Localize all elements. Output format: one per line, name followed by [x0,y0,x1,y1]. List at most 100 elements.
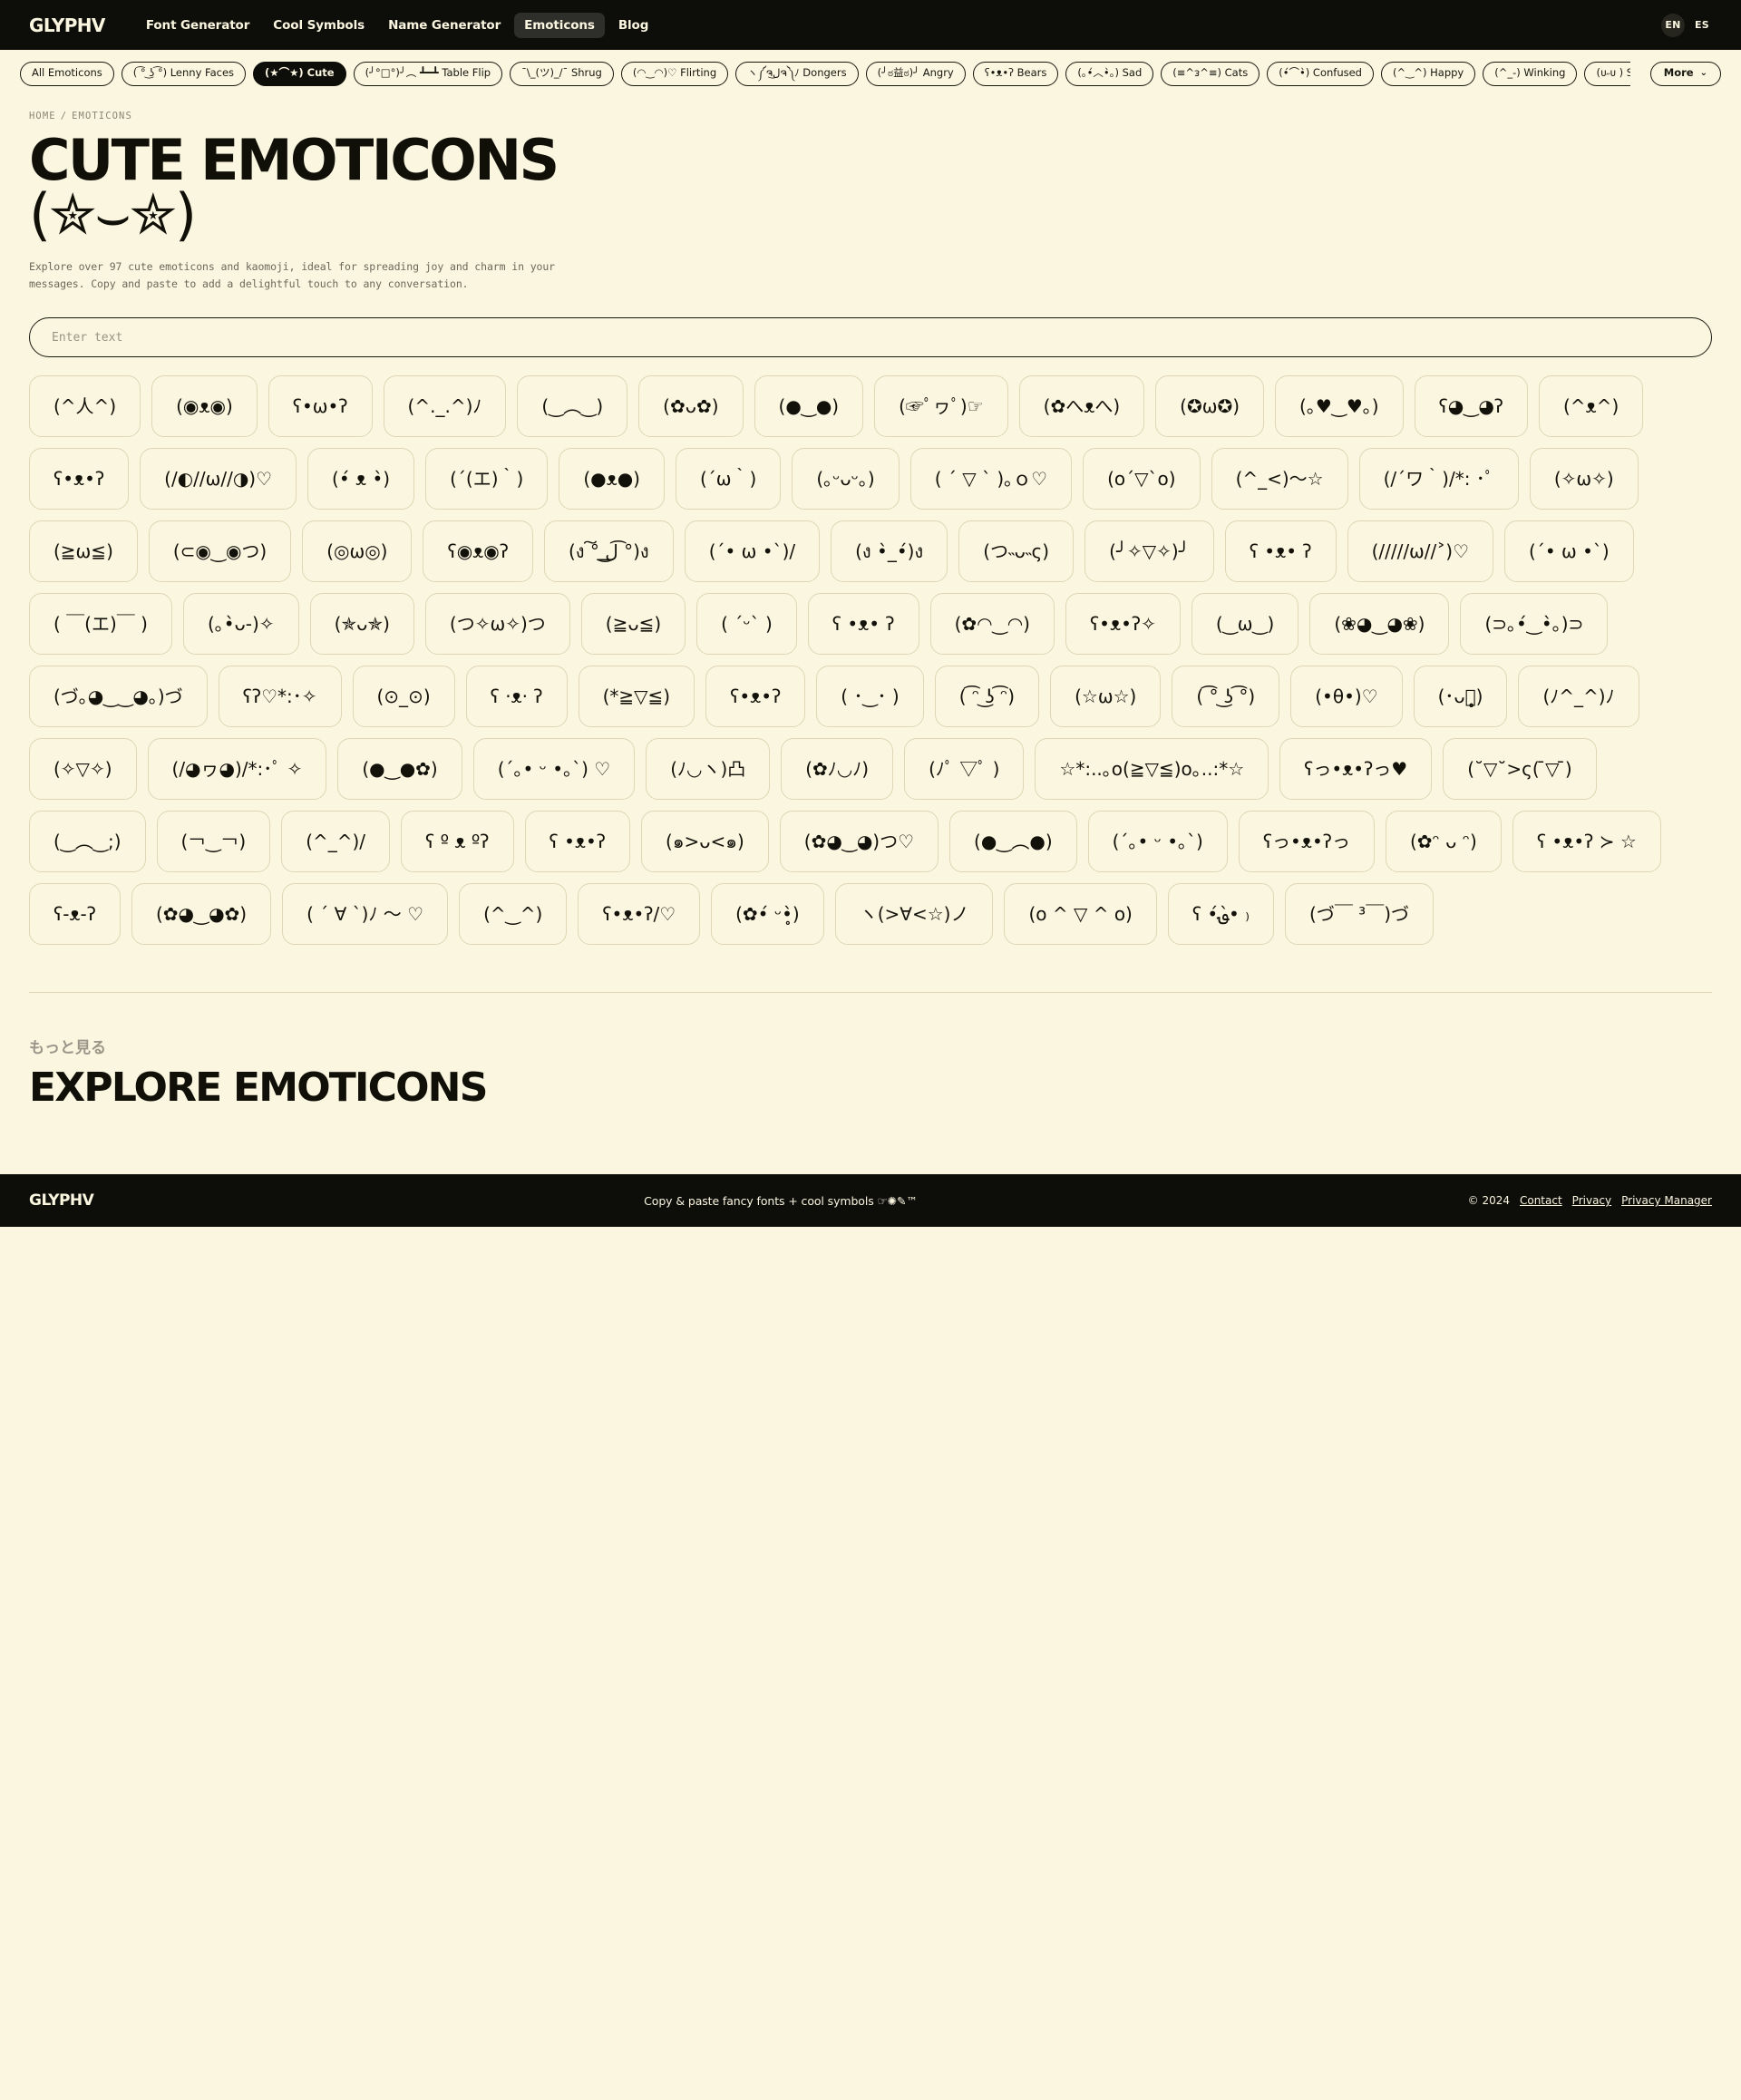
emoticon-card[interactable]: (✪ω✪) [1155,375,1265,438]
emoticon-card[interactable]: ʕʔ♡*:･✧ [218,666,342,728]
emoticon-card[interactable]: (ง ͠° ͟ل͜ ͡°)ง [543,520,674,583]
language-button-es[interactable]: ES [1690,14,1714,37]
emoticon-card[interactable]: (✯ᴗ✯) [309,593,414,656]
emoticon-card[interactable]: ʕ-ᴥ-ʔ [29,883,121,946]
emoticon-card[interactable]: (⊙_⊙) [352,666,455,728]
emoticon-card[interactable]: (◎ω◎) [302,520,413,583]
emoticon-card[interactable]: (´(エ)｀) [425,448,549,510]
emoticon-card[interactable]: (╯✧▽✧)╯ [1084,520,1214,583]
emoticon-card[interactable]: (✿•́ ᵕ•̥̀) [711,883,824,946]
emoticon-card[interactable]: ☆*:..｡o(≧▽≦)o｡..:*☆ [1035,738,1269,801]
category-chip[interactable]: (｡•́︿•̀｡) Sad [1065,62,1154,86]
emoticon-card[interactable]: (●ᴥ●) [559,448,665,510]
nav-link-font-generator[interactable]: Font Generator [136,13,259,38]
emoticon-card[interactable]: (☞ﾟヮﾟ)☞ [874,375,1008,438]
emoticon-card[interactable]: (/////ω//˃)♡ [1347,520,1494,583]
emoticon-card[interactable]: ʕ •ᴥ•ʔ [524,811,631,873]
emoticon-card[interactable]: (つ˵ᴗ˵ς) [958,520,1075,583]
emoticon-card[interactable]: (•́ ᴥ •̀) [307,448,415,510]
emoticon-card[interactable]: ( ͡ᵔ ͜ʖ ͡ᵔ) [934,666,1040,728]
category-chip[interactable]: ヽ༼ຈل͜ຈ༽ﾉ Dongers [735,62,859,86]
emoticon-card[interactable]: (✿へᴥへ) [1018,375,1145,438]
emoticon-card[interactable]: (^_^)/ [281,811,391,873]
search-input[interactable] [29,317,1712,358]
emoticon-card[interactable]: ʕ •ᴥ• ʔ [807,593,919,656]
emoticon-card[interactable]: (^人^) [29,375,141,438]
emoticon-card[interactable]: ʕ•ᴥ•ʔ/♡ [578,883,701,946]
footer-link-contact[interactable]: Contact [1520,1194,1562,1207]
emoticon-card[interactable]: (/◕ヮ◕)/*:･ﾟ ✧ [147,738,327,801]
nav-link-blog[interactable]: Blog [608,13,658,38]
emoticon-card[interactable]: ʕ •ᴥ• ʔ [1224,520,1337,583]
emoticon-card[interactable]: ʕ ·ᴥ· ʔ [465,666,568,728]
category-chip[interactable]: (•́⌒•̀) Confused [1267,62,1374,86]
emoticon-card[interactable]: (☆ω☆) [1050,666,1162,728]
breadcrumb-home[interactable]: HOME [29,111,56,122]
emoticon-card[interactable]: (๑>ᴗ<๑) [641,811,769,873]
emoticon-card[interactable]: (*≧▽≦) [578,666,695,728]
emoticon-card[interactable]: (ﾉ^_^)ﾉ [1518,666,1639,728]
category-chip[interactable]: (^_-) Winking [1483,62,1578,86]
emoticon-card[interactable]: ʕ •ᴥ•ʔ ≻ ☆ [1512,811,1661,873]
emoticon-card[interactable]: (/´ワ｀)/*: ･ﾟ [1358,448,1519,510]
emoticon-card[interactable]: ( ´ᵕ` ) [696,593,797,656]
emoticon-card[interactable]: (‿ω‿) [1191,593,1299,656]
emoticon-card[interactable]: ʕ•ω•ʔ [267,375,373,438]
more-categories-button[interactable]: More ⌄ [1649,62,1721,86]
category-chip[interactable]: ( ͡° ͜ʖ ͡°) Lenny Faces [121,62,247,86]
emoticon-card[interactable]: ( ´ ▽ ` )｡ｏ♡ [909,448,1073,510]
emoticon-card[interactable]: ʕ•ᴥ•ʔ [29,448,130,510]
emoticon-card[interactable]: (´｡• ᵕ •｡`) [1087,811,1228,873]
emoticon-card[interactable]: (⊃｡•́‿•̀｡)⊃ [1460,593,1609,656]
emoticon-card[interactable]: ʕ •́؈•̀ ₎ [1167,883,1275,946]
language-button-en[interactable]: EN [1661,13,1685,37]
emoticon-card[interactable]: ʕ º ᴥ ºʔ [401,811,514,873]
emoticon-card[interactable]: (✿◕‿◕✿) [131,883,272,946]
emoticon-card[interactable]: (^._.^)ﾉ [383,375,507,438]
emoticon-card[interactable]: ( ´ ∀ `)ﾉ 〜 ♡ [282,883,449,946]
category-chip[interactable]: (★⌒★) Cute [253,62,346,86]
emoticon-card[interactable]: (｡♥‿♥｡) [1275,375,1404,438]
nav-link-emoticons[interactable]: Emoticons [514,12,605,38]
emoticon-card[interactable]: (‿︵‿;) [29,811,146,873]
emoticon-card[interactable]: (✧▽✧) [29,738,137,801]
emoticon-card[interactable]: (｡ᵕᴗᵕ｡) [792,448,900,510]
emoticon-card[interactable]: (✧ω✧) [1529,448,1639,510]
nav-link-name-generator[interactable]: Name Generator [378,13,511,38]
emoticon-card[interactable]: (^‿^) [459,883,568,946]
emoticon-card[interactable]: (‿︵‿) [517,375,628,438]
footer-link-privacy[interactable]: Privacy [1572,1194,1611,1207]
emoticon-card[interactable]: ヽ(>∀<☆)ノ [834,883,994,946]
emoticon-card[interactable]: (ﾉ◡ヽ)凸 [646,738,771,801]
category-chip[interactable]: (╯ಠ益ಠ)╯ Angry [865,62,966,86]
emoticon-card[interactable]: ʕっ•ᴥ•ʔっ [1238,811,1375,873]
emoticon-card[interactable]: ( ￣(エ)￣ ) [29,593,172,656]
emoticon-card[interactable]: ʕ◉ᴥ◉ʔ [423,520,533,583]
emoticon-card[interactable]: ( ͡° ͜ʖ ͡°) [1172,666,1280,728]
emoticon-card[interactable]: (⊂◉‿◉つ) [148,520,292,583]
emoticon-card[interactable]: (￢‿￢) [156,811,271,873]
emoticon-card[interactable]: (つ✧ω✧)つ [424,593,570,656]
emoticon-card[interactable]: (づ｡◕‿‿◕｡)づ [29,666,208,728]
emoticon-card[interactable]: (o ^ ▽ ^ o) [1004,883,1157,946]
emoticon-card[interactable]: (✿ᵔ ᴗ ᵔ) [1385,811,1502,873]
emoticon-card[interactable]: (づ￣ ³￣)づ [1285,883,1434,946]
emoticon-card[interactable]: (･ᴗ･̥̥̥) [1413,666,1508,728]
emoticon-card[interactable]: (´ω｀) [675,448,782,510]
emoticon-card[interactable]: (✿ﾉ◡ﾉ) [781,738,894,801]
emoticon-card[interactable]: ʕ◕‿◕ʔ [1414,375,1528,438]
emoticon-card[interactable]: (●‿︵●) [949,811,1077,873]
emoticon-card[interactable]: ʕっ•ᴥ•ʔっ♥ [1279,738,1433,801]
emoticon-card[interactable]: (^ᴥ^) [1538,375,1644,438]
category-chip[interactable]: (◠‿◠)♡ Flirting [620,62,729,86]
emoticon-card[interactable]: (˘▽˘>ς( ̄▽ ̄) [1443,738,1597,801]
emoticon-card[interactable]: ʕ•ᴥ•ʔ [705,666,806,728]
emoticon-card[interactable]: (´｡• ᵕ •｡`) ♡ [472,738,636,801]
nav-link-cool-symbols[interactable]: Cool Symbols [263,13,374,38]
category-chip[interactable]: All Emoticons [20,62,114,86]
category-chip[interactable]: ʕ•ᴥ•ʔ Bears [972,62,1059,86]
emoticon-card[interactable]: (✿ᴗ✿) [638,375,744,438]
footer-link-privacy-manager[interactable]: Privacy Manager [1621,1194,1712,1207]
category-chip[interactable]: (≡^ᴈ^≡) Cats [1161,62,1260,86]
footer-brand-logo[interactable]: GLYPHV [29,1191,94,1210]
